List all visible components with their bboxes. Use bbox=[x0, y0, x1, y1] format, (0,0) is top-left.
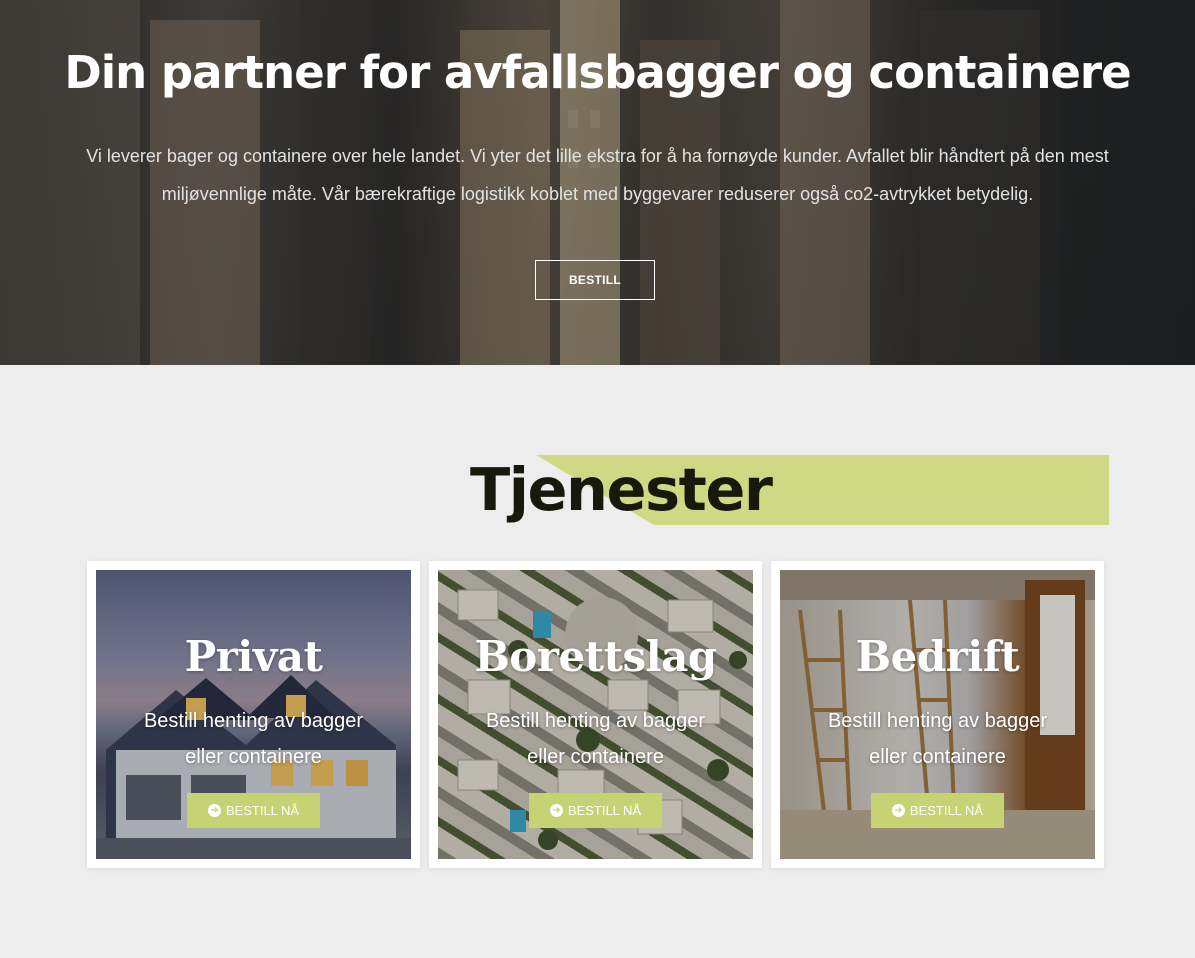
service-card-borettslag[interactable]: Borettslag Bestill henting av bagger ell… bbox=[429, 561, 762, 868]
bestill-button[interactable]: BESTILL bbox=[535, 260, 655, 300]
card-description: Bestill henting av bagger eller containe… bbox=[485, 710, 706, 768]
aerial-neighborhood-image: Borettslag Bestill henting av bagger ell… bbox=[438, 570, 753, 859]
bestill-na-button[interactable]: ➜ BESTILL NÅ bbox=[187, 793, 320, 828]
house-image: Privat Bestill henting av bagger eller c… bbox=[96, 570, 411, 859]
hero-title: Din partner for avfallsbagger og contain… bbox=[64, 46, 1131, 99]
bestill-na-button[interactable]: ➜ BESTILL NÅ bbox=[871, 793, 1004, 828]
service-card-privat[interactable]: Privat Bestill henting av bagger eller c… bbox=[87, 561, 420, 868]
hero-description: Vi leverer bager og containere over hele… bbox=[86, 146, 1109, 204]
arrow-circle-right-icon: ➜ bbox=[891, 804, 905, 817]
button-label: BESTILL NÅ bbox=[909, 803, 984, 818]
arrow-circle-right-icon: ➜ bbox=[207, 804, 221, 817]
button-label: BESTILL NÅ bbox=[567, 803, 642, 818]
renovation-room-image: Bedrift Bestill henting av bagger eller … bbox=[780, 570, 1095, 859]
arrow-circle-right-icon: ➜ bbox=[549, 804, 563, 817]
card-title: Privat bbox=[184, 632, 323, 681]
section-title: Tjenester bbox=[470, 455, 773, 524]
card-description: Bestill henting av bagger eller containe… bbox=[827, 710, 1048, 768]
bestill-na-button[interactable]: ➜ BESTILL NÅ bbox=[529, 793, 662, 828]
card-title: Bedrift bbox=[855, 632, 1020, 681]
card-description: Bestill henting av bagger eller containe… bbox=[143, 710, 364, 768]
service-card-bedrift[interactable]: Bedrift Bestill henting av bagger eller … bbox=[771, 561, 1104, 868]
hero-banner: Din partner for avfallsbagger og contain… bbox=[0, 0, 1195, 365]
card-title: Borettslag bbox=[474, 632, 717, 681]
button-label: BESTILL NÅ bbox=[225, 803, 300, 818]
